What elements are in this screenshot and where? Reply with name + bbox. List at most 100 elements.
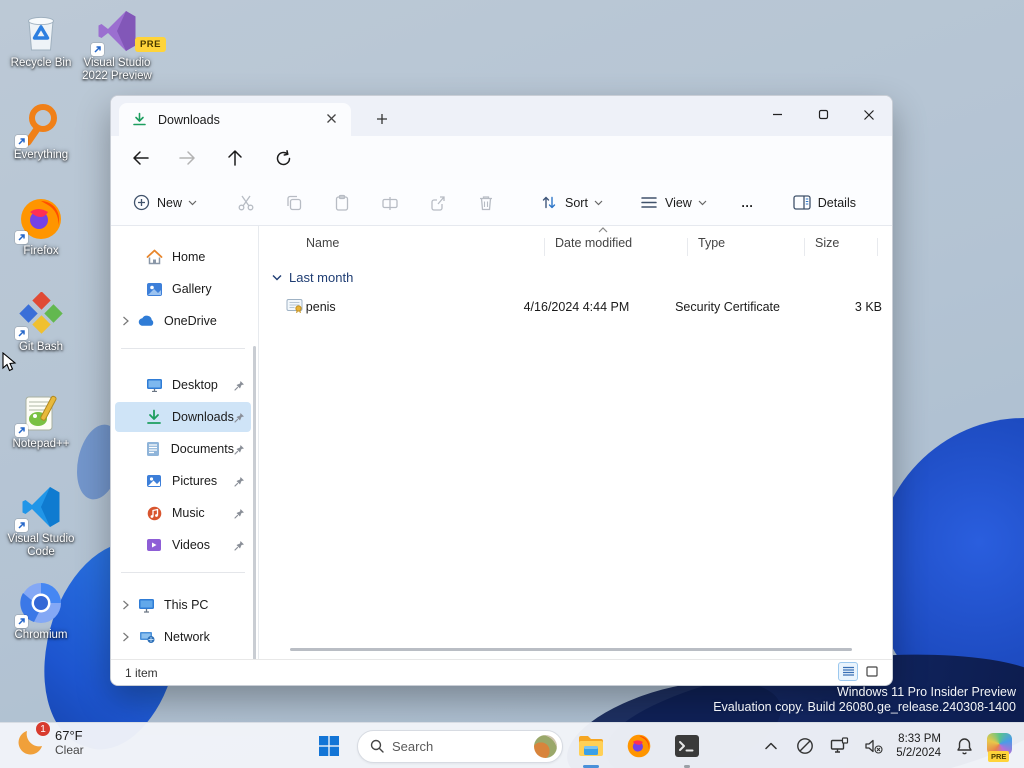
shortcut-arrow-icon: [15, 519, 28, 532]
sort-ascending-indicator-icon: [598, 227, 608, 233]
sidebar-item-documents[interactable]: Documents: [115, 434, 251, 464]
desktop-icon-label: Firefox: [23, 245, 59, 257]
up-button[interactable]: [223, 146, 247, 170]
taskbar-file-explorer-button[interactable]: [571, 726, 611, 768]
share-button[interactable]: [421, 188, 455, 218]
pin-icon: [234, 380, 245, 391]
tab-close-icon[interactable]: [322, 112, 341, 127]
command-toolbar: New Sort View … Details: [111, 180, 892, 226]
sidebar-item-this-pc[interactable]: This PC: [115, 590, 251, 620]
sidebar-item-downloads[interactable]: Downloads: [115, 402, 251, 432]
sidebar-item-network[interactable]: Network: [115, 622, 251, 652]
visual-studio-icon: PRE: [91, 8, 166, 56]
chevron-down-icon: [698, 200, 707, 205]
chevron-right-icon[interactable]: [117, 316, 133, 326]
back-button[interactable]: [129, 146, 153, 170]
taskbar-terminal-button[interactable]: [667, 726, 707, 768]
clock-date: 5/2/2024: [896, 747, 941, 759]
sidebar-item-onedrive[interactable]: OneDrive: [115, 306, 251, 336]
close-button[interactable]: [846, 96, 892, 133]
new-plus-icon: [131, 193, 151, 213]
desktop-icon-recycle-bin[interactable]: Recycle Bin: [2, 8, 80, 70]
sidebar-item-home[interactable]: Home: [115, 242, 251, 272]
column-header-size[interactable]: Size: [805, 236, 877, 260]
sidebar-item-gallery[interactable]: Gallery: [115, 274, 251, 304]
new-button[interactable]: New: [123, 187, 205, 219]
details-pane-button[interactable]: Details: [784, 187, 864, 219]
view-button[interactable]: View: [631, 187, 715, 219]
insider-preview-tray-icon[interactable]: PRE: [987, 732, 1014, 762]
sidebar-item-music[interactable]: Music: [115, 498, 251, 528]
tab-downloads[interactable]: Downloads: [119, 103, 351, 136]
desktop-icon-label: Visual Studio 2022 Preview: [82, 57, 152, 82]
view-button-label: View: [664, 195, 692, 210]
group-label: Last month: [289, 270, 354, 285]
desktop-icon-visual-studio-preview[interactable]: PRE Visual Studio 2022 Preview: [74, 8, 166, 83]
maximize-button[interactable]: [800, 96, 846, 133]
sidebar-scrollbar[interactable]: [253, 346, 256, 666]
desktop-icon-visual-studio-code[interactable]: Visual Studio Code: [2, 484, 80, 559]
forward-button[interactable]: [175, 146, 199, 170]
videos-icon: [145, 536, 163, 554]
desktop-icon-label: Recycle Bin: [10, 57, 72, 69]
volume-muted-icon[interactable]: [862, 735, 884, 757]
notifications-bell-icon[interactable]: [953, 735, 975, 757]
chevron-down-icon: [188, 200, 197, 205]
column-header-type[interactable]: Type: [688, 236, 804, 260]
delete-button[interactable]: [469, 188, 503, 218]
sidebar-item-pictures[interactable]: Pictures: [115, 466, 251, 496]
watermark-line2: Evaluation copy. Build 26080.ge_release.…: [713, 700, 1016, 714]
ethernet-network-icon[interactable]: [828, 735, 850, 757]
horizontal-scrollbar[interactable]: [290, 648, 852, 651]
rename-button[interactable]: [373, 188, 407, 218]
sidebar-label: Downloads: [172, 410, 234, 424]
notification-count-badge: 1: [35, 721, 51, 737]
tab-title: Downloads: [158, 112, 220, 127]
weather-widget[interactable]: 1 67°F Clear: [16, 721, 84, 757]
desktop-icon-notepad-plus-plus[interactable]: Notepad++: [2, 389, 80, 451]
file-row[interactable]: penis 4/16/2024 4:44 PM Security Certifi…: [268, 292, 882, 322]
start-button[interactable]: [309, 726, 349, 766]
chevron-right-icon[interactable]: [117, 632, 133, 642]
shortcut-arrow-icon: [15, 327, 28, 340]
file-type: Security Certificate: [675, 300, 780, 314]
refresh-button[interactable]: [271, 146, 295, 170]
details-view-toggle[interactable]: [838, 662, 858, 681]
chevron-down-icon: [272, 275, 282, 281]
search-highlight-image[interactable]: [534, 734, 557, 758]
file-explorer-window: Downloads New Sort View … Details Home G…: [110, 95, 893, 686]
notepad-plus-plus-icon: [15, 389, 64, 437]
windows-logo-icon: [319, 736, 339, 756]
desktop-icon-firefox[interactable]: Firefox: [2, 196, 80, 258]
taskbar-search-box[interactable]: Search: [357, 729, 563, 763]
cut-button[interactable]: [229, 188, 263, 218]
hidden-icons-chevron-icon[interactable]: [760, 735, 782, 757]
clock-time: 8:33 PM: [898, 733, 941, 745]
chevron-right-icon[interactable]: [117, 600, 133, 610]
minimize-button[interactable]: [754, 96, 800, 133]
sort-button[interactable]: Sort: [531, 187, 611, 219]
new-tab-button[interactable]: [369, 106, 395, 132]
taskbar-firefox-button[interactable]: [619, 726, 659, 766]
status-bar: 1 item: [111, 659, 892, 685]
taskbar-clock[interactable]: 8:33 PM 5/2/2024: [896, 732, 941, 760]
desktop-folder-icon: [145, 376, 163, 394]
more-options-button[interactable]: …: [733, 190, 763, 216]
sidebar-item-videos[interactable]: Videos: [115, 530, 251, 560]
paste-button[interactable]: [325, 188, 359, 218]
large-icons-view-toggle[interactable]: [862, 662, 882, 681]
group-header-last-month[interactable]: Last month: [272, 270, 353, 285]
copy-button[interactable]: [277, 188, 311, 218]
desktop-icon-everything[interactable]: Everything: [2, 100, 80, 162]
desktop-icon-git-bash[interactable]: Git Bash: [2, 291, 80, 354]
weather-condition: Clear: [55, 742, 84, 757]
sidebar-item-desktop[interactable]: Desktop: [115, 370, 251, 400]
this-pc-monitor-icon: [137, 596, 155, 614]
column-header-name[interactable]: Name: [306, 236, 544, 260]
desktop-icon-chromium[interactable]: Chromium: [2, 580, 80, 642]
sidebar-separator: [121, 572, 245, 573]
column-header-date-modified[interactable]: Date modified: [545, 236, 687, 260]
do-not-disturb-icon[interactable]: [794, 735, 816, 757]
sort-icon: [539, 193, 559, 213]
column-divider[interactable]: [877, 238, 878, 256]
